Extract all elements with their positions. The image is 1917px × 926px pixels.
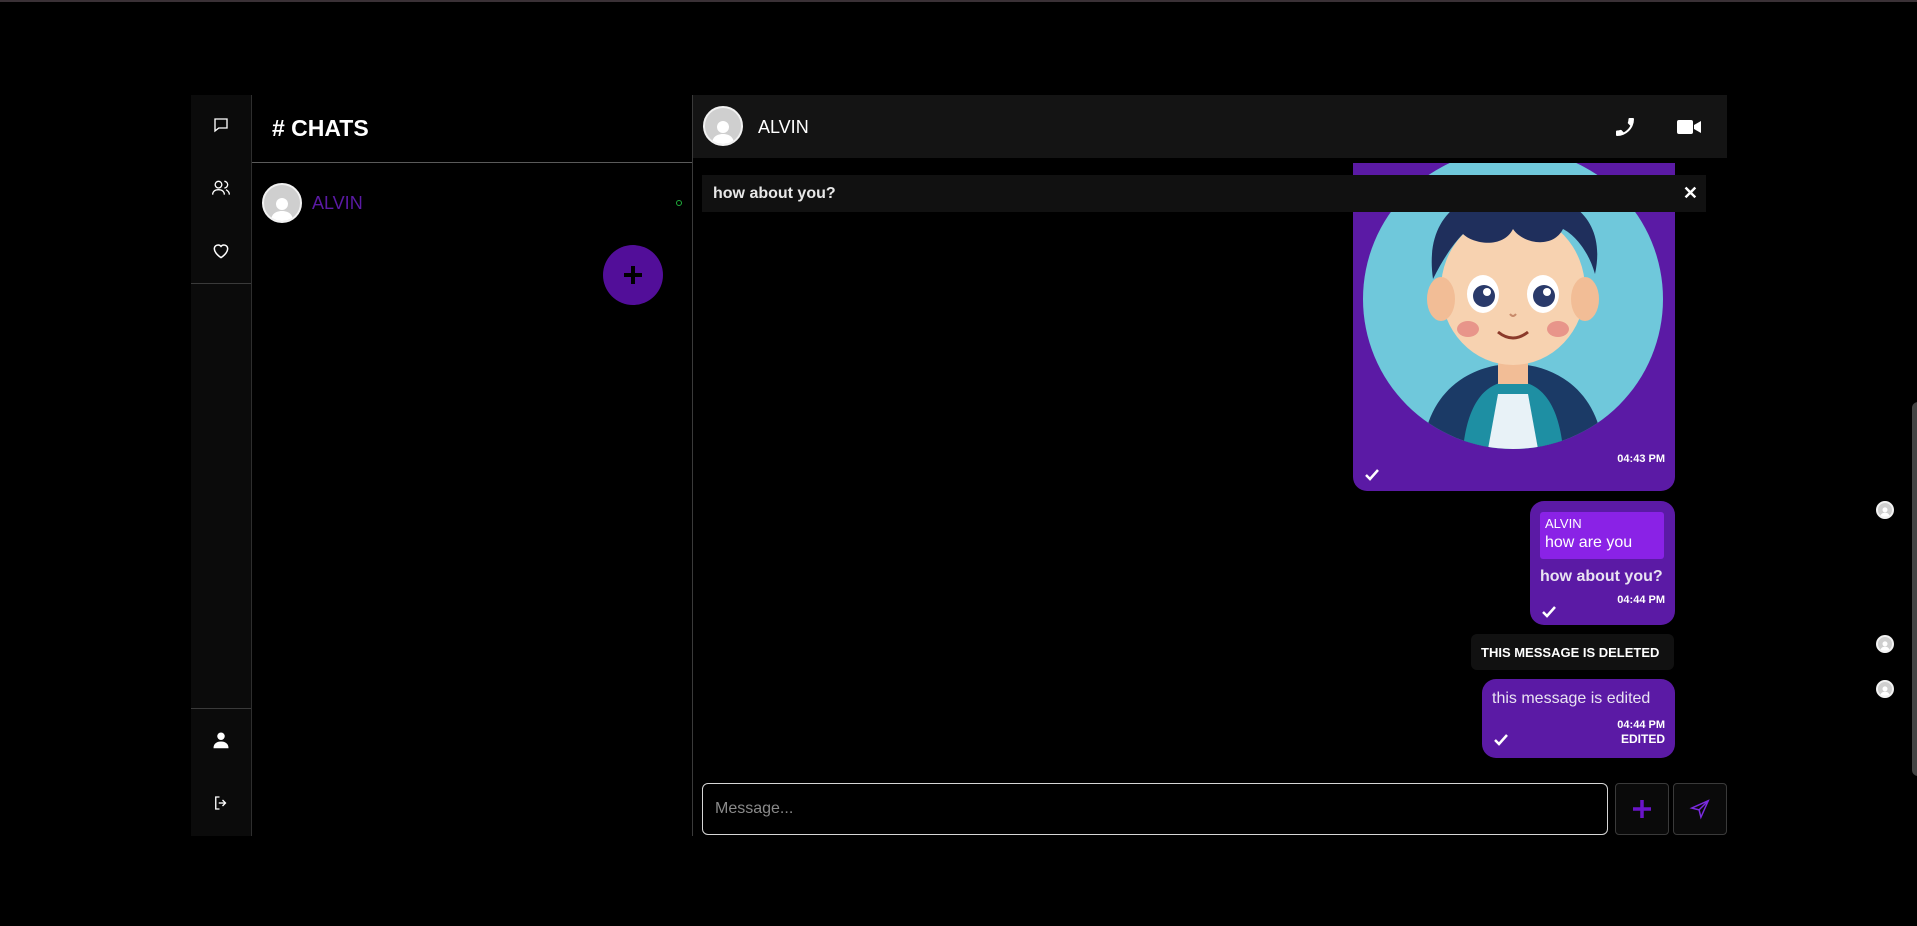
nav-rail [191, 95, 252, 836]
message-text: how about you? [1540, 568, 1663, 585]
image-message[interactable]: 04:43 PM [1353, 163, 1675, 491]
chat-list-item[interactable]: ALVIN [262, 183, 682, 225]
check-icon [1365, 469, 1379, 481]
deleted-message: THIS MESSAGE IS DELETED [1471, 634, 1674, 670]
conversation-panel: ALVIN how about you? ✕ 04:43 PM ALVIN ho… [693, 95, 1917, 836]
chats-title: # CHATS [272, 115, 369, 141]
plus-icon [1633, 800, 1651, 818]
message-text: this message is edited [1492, 690, 1651, 707]
reply-preview-banner: how about you? ✕ [702, 175, 1706, 212]
avatar [1876, 635, 1894, 653]
avatar [1876, 501, 1894, 519]
quoted-message[interactable]: ALVIN how are you [1540, 512, 1664, 559]
avatar [262, 183, 302, 223]
check-icon [1542, 606, 1556, 618]
reply-preview-text: how about you? [713, 185, 836, 202]
message-time: 04:44 PM [1617, 594, 1665, 606]
chat-header: ALVIN [693, 95, 1727, 158]
add-chat-button[interactable] [603, 245, 663, 305]
avatar[interactable] [703, 106, 743, 146]
chat-contact-name: ALVIN [312, 193, 363, 213]
heart-icon[interactable] [191, 233, 251, 269]
message-composer [702, 783, 1608, 835]
users-icon[interactable] [191, 170, 251, 206]
chat-bubble-icon[interactable] [191, 107, 251, 143]
divider [252, 162, 692, 163]
chat-app: # CHATS ALVIN ALVIN how about you? ✕ 04:… [191, 95, 1917, 836]
rail-divider [191, 708, 251, 709]
quoted-sender: ALVIN [1545, 516, 1582, 531]
chats-panel: # CHATS ALVIN [252, 95, 693, 836]
avatar [1876, 680, 1894, 698]
send-button[interactable] [1673, 783, 1727, 835]
send-icon [1689, 799, 1710, 820]
reply-message[interactable]: ALVIN how are you how about you? 04:44 P… [1530, 501, 1675, 625]
messages-scrollbar[interactable] [1912, 402, 1917, 776]
quoted-text: how are you [1545, 534, 1633, 551]
chat-contact-name: ALVIN [758, 117, 809, 137]
online-indicator [676, 200, 682, 206]
edited-message[interactable]: this message is edited 04:44 PM EDITED [1482, 679, 1675, 758]
message-time: 04:43 PM [1617, 453, 1665, 465]
video-call-icon[interactable] [1675, 113, 1703, 141]
attach-button[interactable] [1615, 783, 1669, 835]
edited-label: EDITED [1620, 732, 1665, 746]
close-icon[interactable]: ✕ [1683, 183, 1698, 204]
top-border [0, 0, 1917, 2]
message-input[interactable] [703, 784, 1607, 834]
plus-icon [624, 266, 642, 284]
user-icon[interactable] [191, 722, 251, 758]
message-time: 04:44 PM [1617, 719, 1665, 731]
deleted-text: THIS MESSAGE IS DELETED [1481, 645, 1660, 660]
check-icon [1494, 734, 1508, 746]
logout-icon[interactable] [191, 785, 251, 821]
phone-icon[interactable] [1611, 113, 1639, 141]
rail-divider [191, 283, 251, 284]
